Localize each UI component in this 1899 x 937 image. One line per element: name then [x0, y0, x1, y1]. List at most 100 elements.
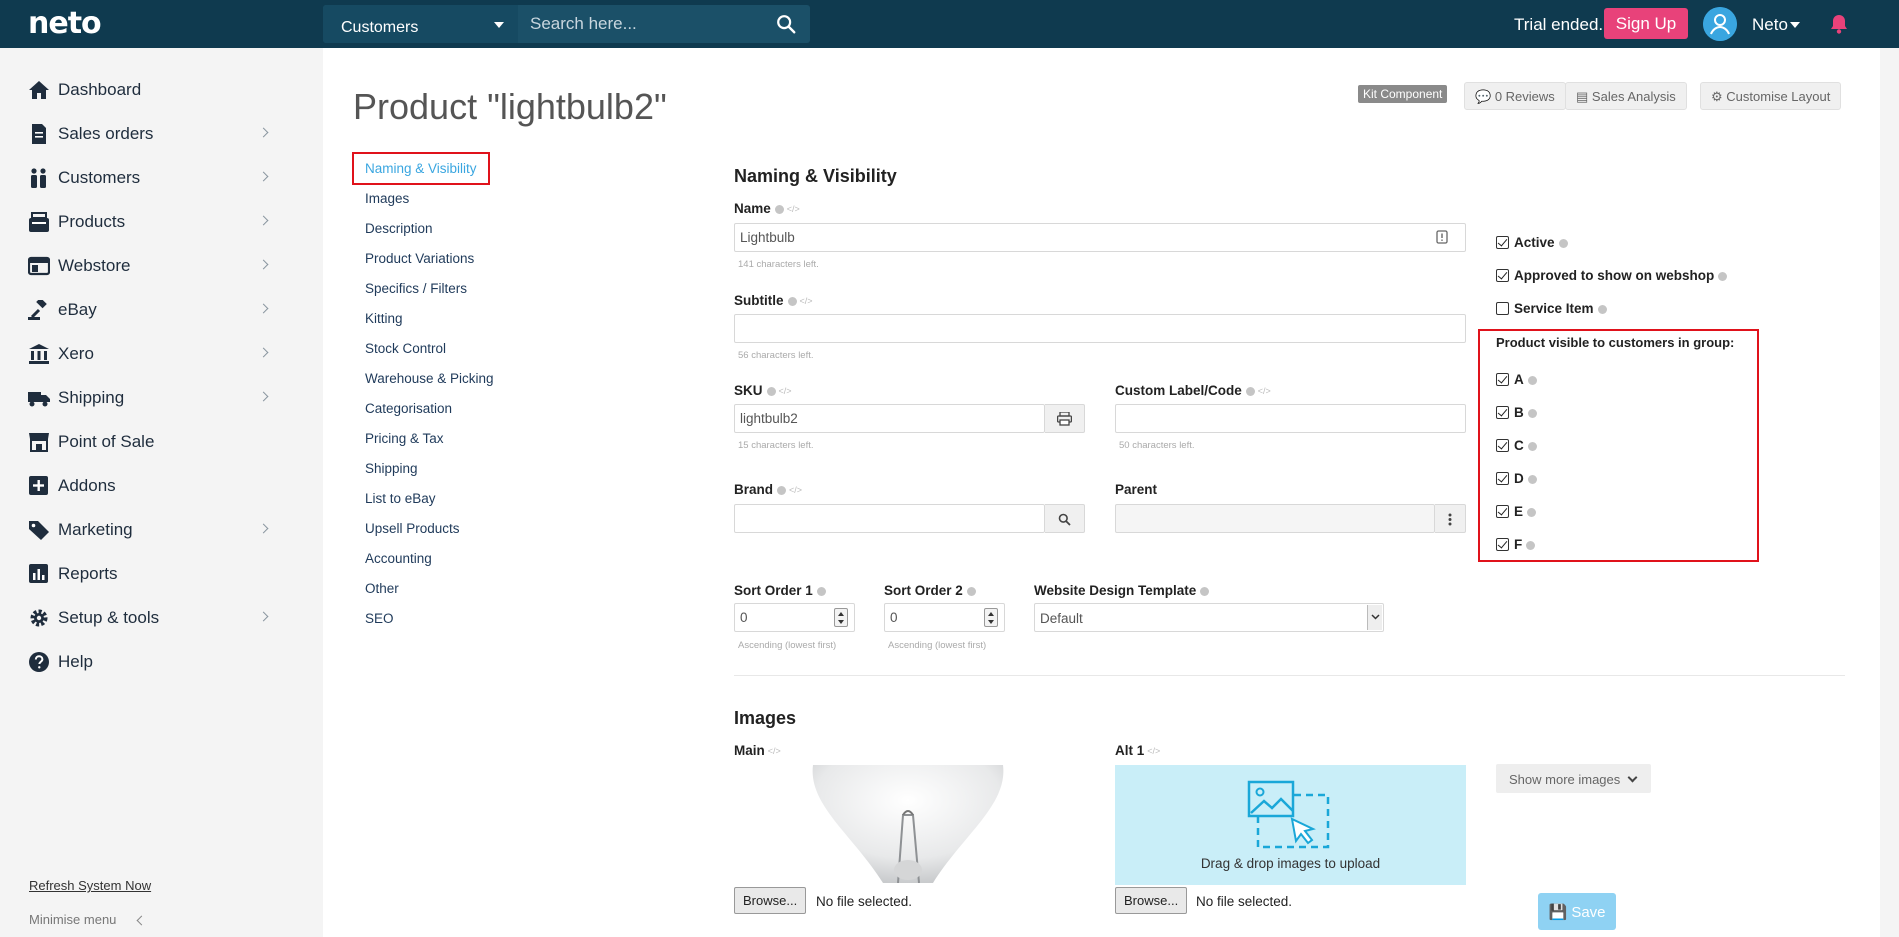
info-icon[interactable] [1527, 474, 1537, 484]
subnav-stock-control[interactable]: Stock Control [365, 341, 446, 356]
code-icon[interactable]: </> [789, 485, 802, 495]
info-icon[interactable] [774, 204, 784, 214]
subnav-categorisation[interactable]: Categorisation [365, 401, 452, 416]
sidebar-item-setup-tools[interactable]: Setup & tools [28, 604, 278, 634]
approved-checkbox[interactable] [1496, 269, 1509, 282]
brand-input[interactable] [734, 504, 1045, 533]
subnav-naming-visibility[interactable]: Naming & Visibility [365, 161, 477, 176]
sidebar-item-help[interactable]: Help [28, 648, 278, 678]
select-dropdown-button[interactable] [1367, 605, 1382, 630]
save-button[interactable]: 💾 Save [1538, 893, 1616, 930]
counter-icon[interactable] [1436, 230, 1448, 244]
subnav-shipping[interactable]: Shipping [365, 461, 418, 476]
info-icon[interactable] [816, 586, 826, 596]
sort-order-1-stepper[interactable] [834, 608, 848, 627]
code-icon[interactable]: </> [779, 386, 792, 396]
info-icon[interactable] [1527, 375, 1537, 385]
caret-down-icon[interactable] [1790, 22, 1800, 28]
info-icon[interactable] [787, 296, 797, 306]
info-icon[interactable] [1245, 386, 1255, 396]
custom-label-input[interactable] [1115, 404, 1466, 433]
service-item-checkbox[interactable] [1496, 302, 1509, 315]
sidebar-item-point-of-sale[interactable]: Point of Sale [28, 428, 278, 458]
sign-up-button[interactable]: Sign Up [1604, 8, 1688, 39]
alt1-image-browse-button[interactable]: Browse... [1115, 887, 1188, 914]
user-avatar-icon[interactable] [1703, 7, 1737, 41]
sidebar-item-addons[interactable]: Addons [28, 472, 278, 502]
info-icon[interactable] [766, 386, 776, 396]
sidebar-item-reports[interactable]: Reports [28, 560, 278, 590]
sidebar-item-label: Products [58, 212, 126, 231]
brand-search-button[interactable] [1045, 504, 1085, 533]
active-checkbox[interactable] [1496, 236, 1509, 249]
parent-options-button[interactable] [1435, 504, 1466, 533]
sidebar-item-customers[interactable]: Customers [28, 164, 278, 194]
user-menu[interactable]: Neto [1752, 15, 1788, 35]
sort-order-2-stepper[interactable] [984, 608, 998, 627]
neto-logo[interactable]: neto [28, 6, 102, 41]
subnav-upsell-products[interactable]: Upsell Products [365, 521, 460, 536]
info-icon[interactable] [1718, 271, 1728, 281]
info-icon[interactable] [1526, 540, 1536, 550]
sku-input[interactable] [734, 404, 1045, 433]
reviews-button[interactable]: 💬 0 Reviews [1464, 82, 1566, 110]
search-input[interactable] [530, 12, 760, 36]
subnav-images[interactable]: Images [365, 191, 409, 206]
group-c-checkbox[interactable] [1496, 439, 1509, 452]
info-icon[interactable] [1200, 586, 1210, 596]
search-category-select[interactable]: Customers [323, 5, 518, 43]
subnav-specifics-filters[interactable]: Specifics / Filters [365, 281, 467, 296]
sidebar-item-shipping[interactable]: Shipping [28, 384, 278, 414]
info-icon[interactable] [777, 485, 787, 495]
website-template-select[interactable]: Default [1034, 603, 1384, 632]
info-icon[interactable] [966, 586, 976, 596]
print-sku-button[interactable] [1045, 404, 1085, 433]
subnav-list-to-ebay[interactable]: List to eBay [365, 491, 436, 506]
group-d-checkbox[interactable] [1496, 472, 1509, 485]
subnav-warehouse-picking[interactable]: Warehouse & Picking [365, 371, 494, 386]
info-icon[interactable] [1527, 441, 1537, 451]
sidebar-item-dashboard[interactable]: Dashboard [28, 76, 278, 106]
sidebar-item-marketing[interactable]: Marketing [28, 516, 278, 546]
subnav-accounting[interactable]: Accounting [365, 551, 432, 566]
chevron-left-icon[interactable] [136, 915, 147, 926]
code-icon[interactable]: </> [768, 746, 781, 756]
minimise-menu-button[interactable]: Minimise menu [29, 912, 116, 927]
subnav-other[interactable]: Other [365, 581, 399, 596]
gear-icon [30, 609, 48, 627]
image-dropzone[interactable]: Drag & drop images to upload [1115, 765, 1466, 885]
code-icon[interactable]: </> [1147, 746, 1160, 756]
group-b-checkbox[interactable] [1496, 406, 1509, 419]
search-icon[interactable] [775, 13, 797, 35]
show-more-images-button[interactable]: Show more images [1496, 764, 1651, 793]
main-image-browse-button[interactable]: Browse... [734, 887, 807, 914]
subnav-description[interactable]: Description [365, 221, 433, 236]
sales-analysis-button[interactable]: ▤ Sales Analysis [1565, 82, 1687, 110]
group-f-checkbox[interactable] [1496, 538, 1509, 551]
info-icon[interactable] [1527, 408, 1537, 418]
sidebar-item-xero[interactable]: Xero [28, 340, 278, 370]
subnav-kitting[interactable]: Kitting [365, 311, 403, 326]
parent-input[interactable] [1115, 504, 1435, 533]
info-icon[interactable] [1558, 238, 1568, 248]
refresh-system-link[interactable]: Refresh System Now [29, 878, 151, 893]
bell-icon[interactable] [1830, 14, 1848, 34]
subnav-seo[interactable]: SEO [365, 611, 394, 626]
code-icon[interactable]: </> [1258, 386, 1271, 396]
customise-layout-button[interactable]: ⚙ Customise Layout [1700, 82, 1842, 110]
subtitle-input[interactable] [734, 314, 1466, 343]
sidebar-item-webstore[interactable]: Webstore [28, 252, 278, 282]
group-a-checkbox[interactable] [1496, 373, 1509, 386]
group-e-checkbox[interactable] [1496, 505, 1509, 518]
subnav-product-variations[interactable]: Product Variations [365, 251, 474, 266]
subnav-pricing-tax[interactable]: Pricing & Tax [365, 431, 444, 446]
sidebar-item-products[interactable]: Products [28, 208, 278, 238]
info-icon[interactable] [1527, 507, 1537, 517]
sidebar-item-ebay[interactable]: eBay [28, 296, 278, 326]
sidebar-item-sales-orders[interactable]: Sales orders [28, 120, 278, 150]
info-icon[interactable] [1597, 304, 1607, 314]
name-input[interactable] [734, 223, 1466, 252]
main-image-preview[interactable] [803, 765, 1014, 883]
code-icon[interactable]: </> [787, 204, 800, 214]
code-icon[interactable]: </> [800, 296, 813, 306]
